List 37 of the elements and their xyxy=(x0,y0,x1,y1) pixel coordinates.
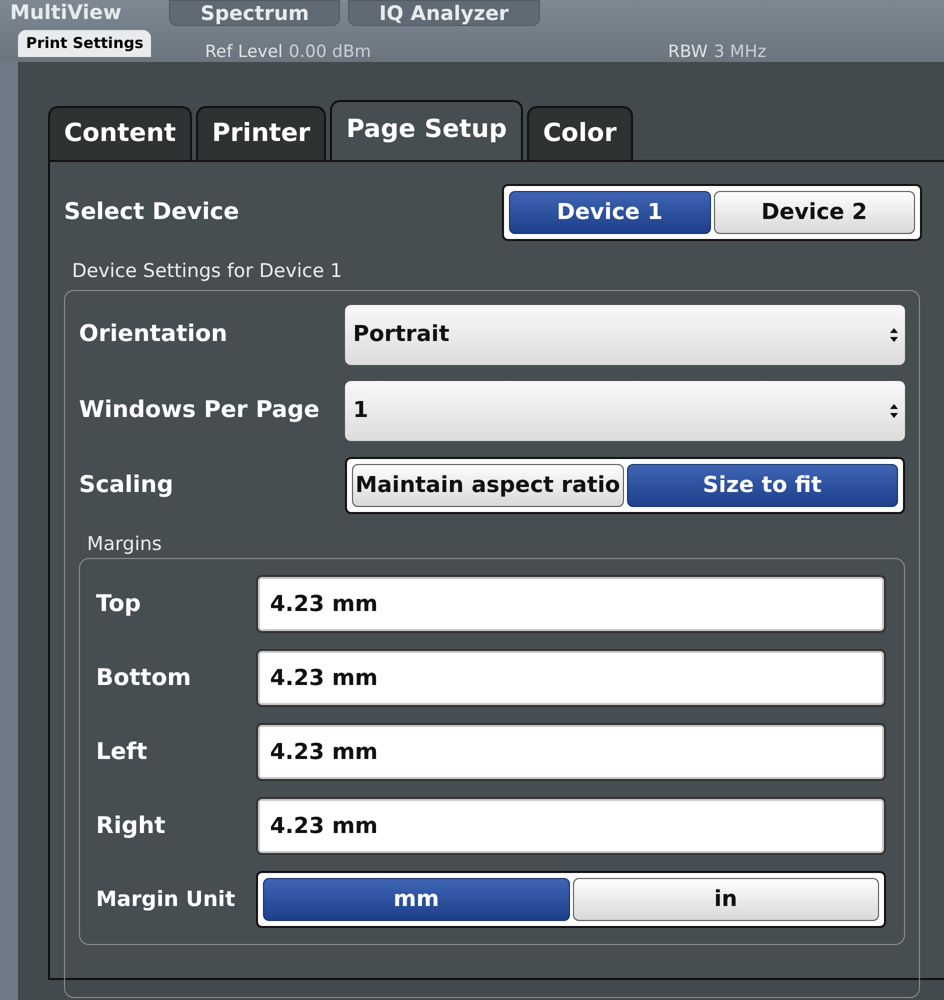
rbw-label: RBW xyxy=(668,42,708,62)
margin-field[interactable]: 4.23 mm xyxy=(256,575,886,633)
window-tab[interactable]: Spectrum xyxy=(169,0,340,26)
ref-level-value: 0.00 dBm xyxy=(288,42,372,62)
toggle-option[interactable]: Device 2 xyxy=(714,191,915,234)
group-title: Margins xyxy=(87,532,163,556)
scaling-label: Scaling xyxy=(79,470,174,500)
tab[interactable]: Page Setup xyxy=(330,100,523,160)
dialog-title: Print Settings xyxy=(18,30,152,56)
view-label: MultiView xyxy=(9,0,122,24)
margin-unit-label: Margin Unit xyxy=(96,886,236,913)
orientation-dropdown[interactable]: Portrait xyxy=(345,304,905,364)
toggle-option[interactable]: in xyxy=(572,878,879,921)
spin-arrows-icon xyxy=(889,326,899,342)
margin-label: Top xyxy=(96,590,142,619)
toggle-option[interactable]: mm xyxy=(263,878,570,921)
margin-field[interactable]: 4.23 mm xyxy=(256,797,886,855)
tab[interactable]: Content xyxy=(48,106,192,160)
rbw-value: 3 MHz xyxy=(714,42,766,62)
toggle-option[interactable]: Maintain aspect ratio xyxy=(352,464,624,506)
toggle-option[interactable]: Size to fit xyxy=(626,464,898,506)
windows-per-page-label: Windows Per Page xyxy=(79,396,320,426)
tab[interactable]: Color xyxy=(526,106,633,160)
windows-per-page-dropdown[interactable]: 1 xyxy=(345,380,905,440)
spin-arrows-icon xyxy=(889,402,899,418)
margin-field[interactable]: 4.23 mm xyxy=(256,723,886,781)
group-title: Device Settings for Device 1 xyxy=(72,259,344,284)
window-tab[interactable]: IQ Analyzer xyxy=(348,0,540,26)
toggle-option[interactable]: Device 1 xyxy=(509,191,710,234)
orientation-label: Orientation xyxy=(79,320,228,350)
select-device-label: Select Device xyxy=(64,198,240,228)
tab[interactable]: Printer xyxy=(196,106,326,160)
margin-label: Right xyxy=(96,812,166,841)
margin-field[interactable]: 4.23 mm xyxy=(256,649,886,707)
margin-label: Bottom xyxy=(96,664,192,693)
ref-level-label: Ref Level xyxy=(205,42,283,62)
margin-label: Left xyxy=(96,738,148,767)
